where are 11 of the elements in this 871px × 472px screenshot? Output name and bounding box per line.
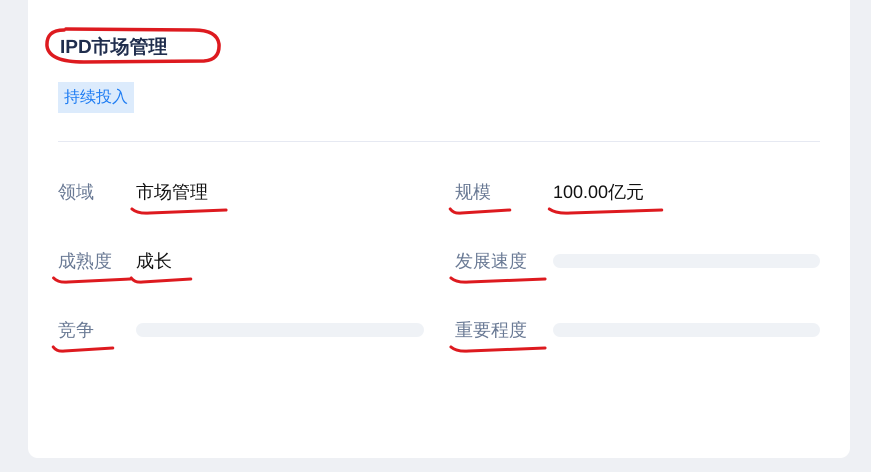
field-value: 成长 [136, 249, 172, 273]
field-label: 领域 [58, 181, 94, 204]
field-label: 成熟度 [58, 249, 112, 273]
card-title: IPD市场管理 [60, 34, 168, 60]
field-value: 100.00亿元 [553, 180, 644, 204]
field-label: 竞争 [58, 318, 94, 342]
field-label: 重要程度 [455, 318, 527, 342]
field-value: 市场管理 [136, 180, 208, 204]
field-label: 发展速度 [455, 249, 527, 273]
field-label: 规模 [455, 180, 491, 204]
status-tag: 持续投入 [58, 82, 134, 113]
